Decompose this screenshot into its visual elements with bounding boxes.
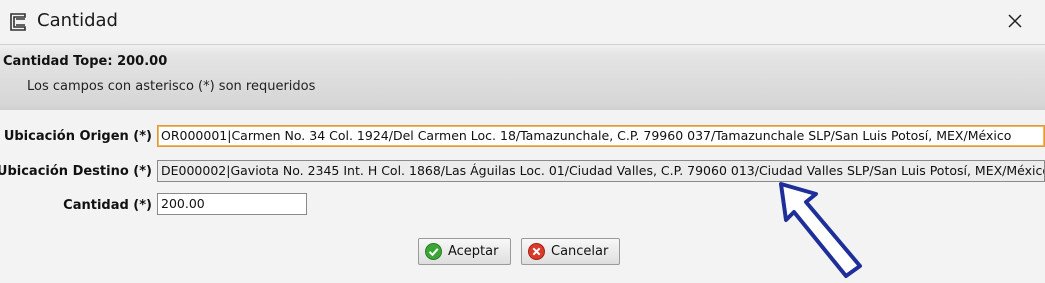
- form-area: Ubicación Origen (*) OR000001|Carmen No.…: [0, 110, 1045, 283]
- title-bar: Cantidad: [0, 0, 1045, 44]
- origen-field[interactable]: OR000001|Carmen No. 34 Col. 1924/Del Car…: [157, 125, 1045, 147]
- app-logo-icon: [10, 13, 26, 31]
- cantidad-label: Cantidad (*): [63, 198, 152, 213]
- close-button[interactable]: [999, 6, 1031, 36]
- header-title: Cantidad Tope: 200.00: [3, 54, 168, 69]
- cancel-button[interactable]: Cancelar: [521, 238, 620, 265]
- arrow-annotation-icon: [779, 182, 862, 278]
- destino-label: Ubicación Destino (*): [0, 164, 152, 179]
- close-icon: [1008, 14, 1022, 28]
- cancel-label: Cancelar: [551, 244, 609, 259]
- accept-label: Aceptar: [448, 244, 499, 259]
- check-circle-icon: [425, 243, 442, 260]
- x-circle-icon: [528, 243, 545, 260]
- dialog-header: Cantidad Tope: 200.00 Los campos con ast…: [0, 44, 1045, 111]
- origen-label: Ubicación Origen (*): [3, 129, 152, 144]
- destino-field[interactable]: DE000002|Gaviota No. 2345 Int. H Col. 18…: [157, 160, 1045, 182]
- required-fields-note: Los campos con asterisco (*) son requeri…: [27, 79, 316, 94]
- cantidad-field[interactable]: 200.00: [157, 193, 307, 215]
- accept-button[interactable]: Aceptar: [418, 238, 511, 265]
- window-title: Cantidad: [37, 10, 118, 31]
